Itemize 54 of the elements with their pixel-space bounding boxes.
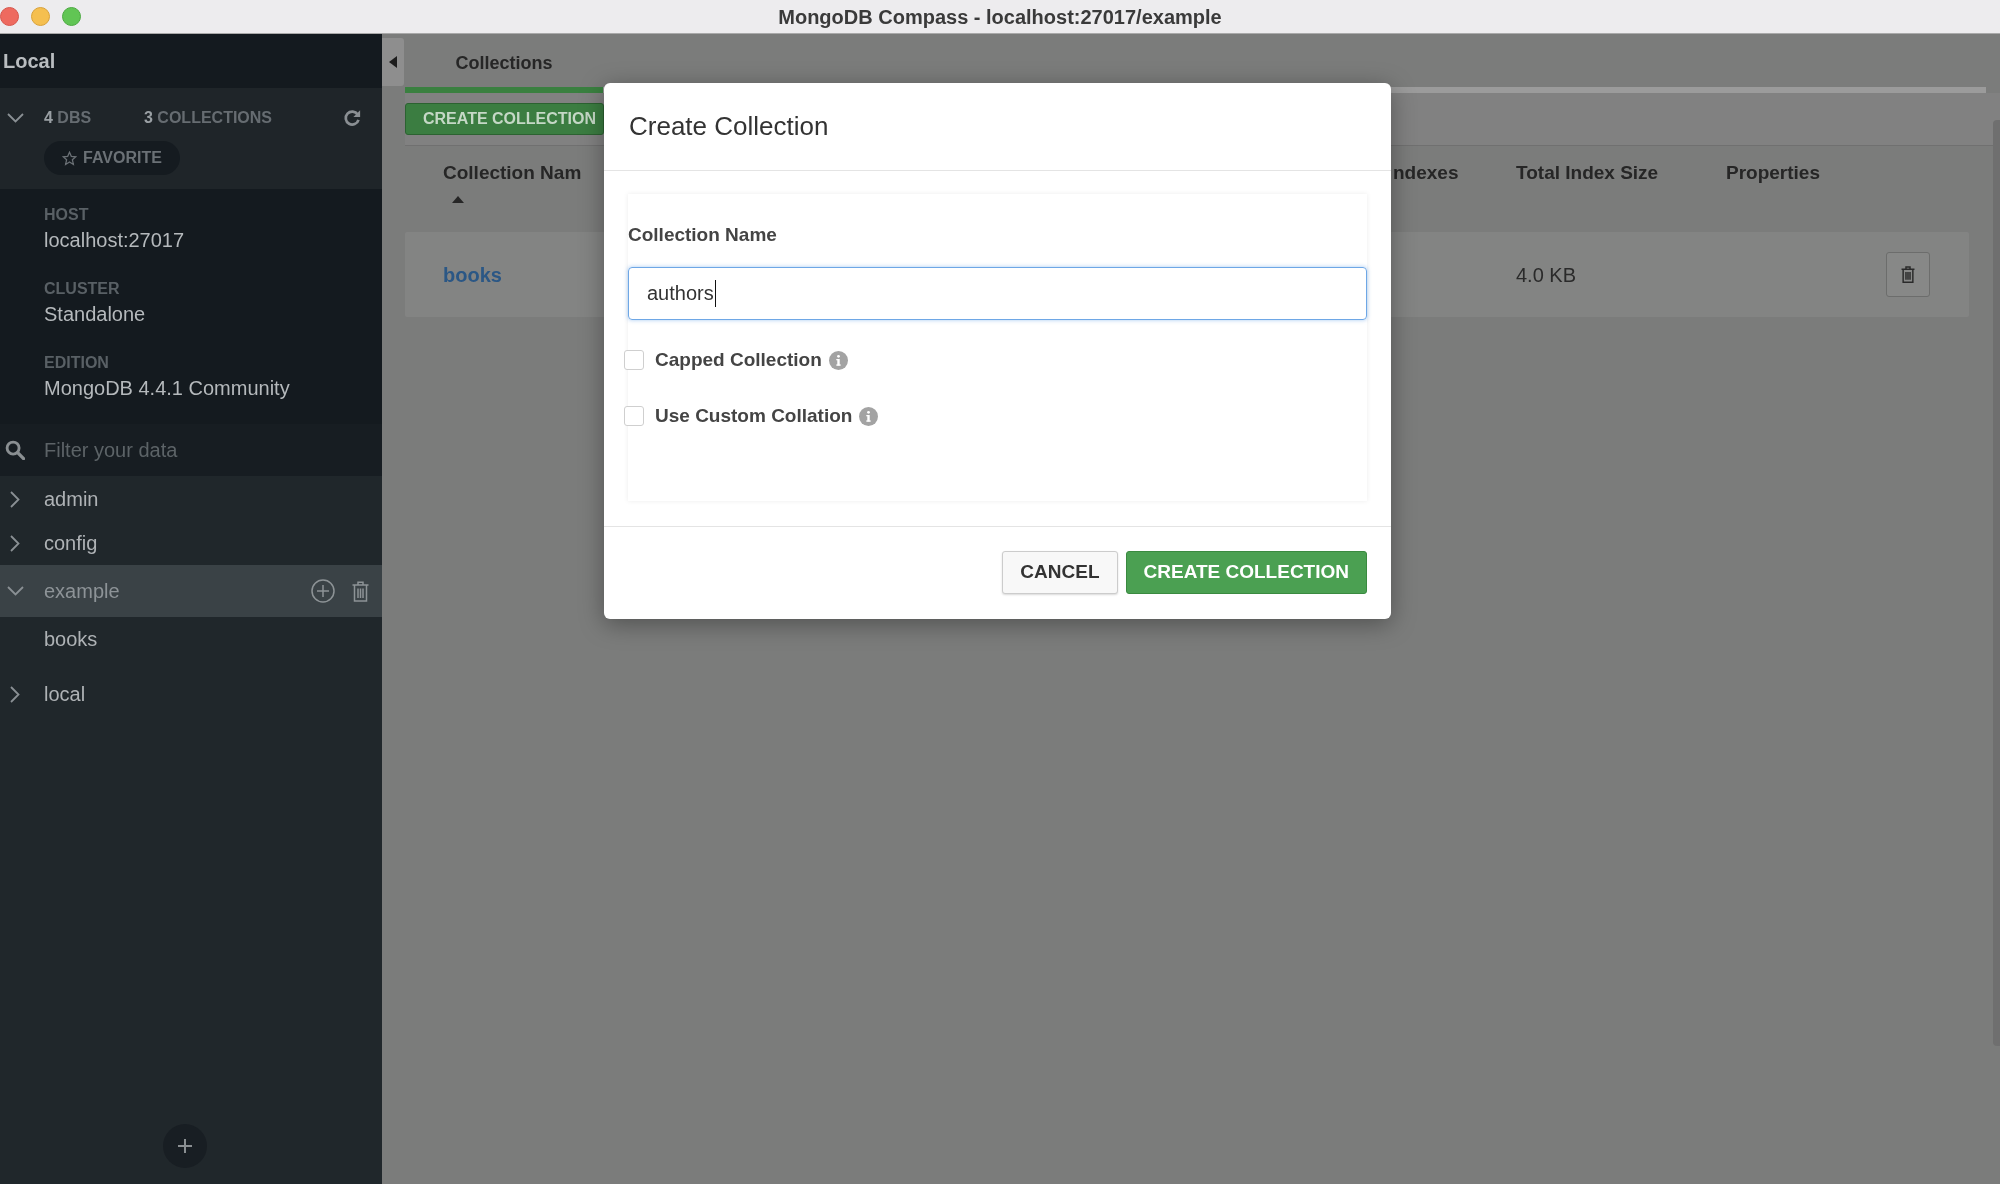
database-item[interactable]: local	[0, 672, 382, 716]
info-icon	[828, 350, 848, 370]
connection-name: Local	[3, 49, 56, 74]
stat-summary: 3 COLLECTIONS	[144, 108, 273, 128]
create-button[interactable]: CREATE COLLECTION	[1125, 551, 1367, 594]
info-value: localhost:27017	[44, 228, 185, 253]
window-title: MongoDB Compass - localhost:27017/example	[778, 4, 1222, 30]
database-item[interactable]: config	[0, 521, 382, 565]
favorite-button[interactable]: FAVORITE	[44, 141, 180, 175]
window-minimize-button[interactable]	[31, 7, 50, 26]
plus-circle-icon[interactable]	[311, 579, 335, 603]
checkbox-label[interactable]: Capped Collection	[655, 345, 822, 375]
refresh-icon[interactable]	[343, 109, 361, 127]
star-icon	[62, 150, 77, 166]
info-label: EDITION	[44, 353, 109, 373]
column-header[interactable]: Properties	[1726, 162, 1820, 184]
triangle-left-icon	[389, 56, 397, 68]
add-database-button[interactable]	[163, 1124, 207, 1168]
info-icon	[859, 406, 879, 426]
info-value: MongoDB 4.4.1 Community	[44, 376, 290, 401]
column-header[interactable]: Collection Nam	[443, 162, 582, 184]
chevron-down-icon[interactable]	[6, 113, 24, 123]
search-icon	[5, 440, 25, 460]
info-value: Standalone	[44, 302, 146, 327]
info-label: CLUSTER	[44, 279, 120, 299]
create-collection-button[interactable]: CREATE COLLECTION	[405, 103, 604, 135]
sidebar-collapse-button[interactable]	[382, 38, 404, 86]
database-item[interactable]: admin	[0, 477, 382, 521]
delete-collection-button[interactable]	[1886, 252, 1930, 297]
chevron-down-icon[interactable]	[6, 586, 24, 596]
checkbox-label[interactable]: Use Custom Collation	[655, 401, 853, 431]
info-label: HOST	[44, 205, 89, 225]
column-header[interactable]: Total Index Size	[1516, 162, 1659, 184]
database-item[interactable]: example	[0, 565, 382, 617]
chevron-right-icon[interactable]	[10, 685, 20, 703]
window-close-button[interactable]	[0, 7, 19, 26]
checkbox[interactable]	[624, 350, 644, 370]
collection-item[interactable]: books	[0, 617, 382, 661]
filter-input[interactable]: Filter your data	[0, 424, 382, 476]
column-header[interactable]: ndexes	[1393, 162, 1459, 184]
trash-icon[interactable]	[352, 580, 369, 602]
trash-icon	[1901, 266, 1915, 283]
collection-link[interactable]: books	[443, 259, 502, 290]
window-zoom-button[interactable]	[62, 7, 81, 26]
collection-name-input[interactable]: authors	[628, 267, 1367, 320]
cancel-button[interactable]: CANCEL	[1002, 551, 1118, 594]
checkbox[interactable]	[624, 406, 644, 426]
chevron-right-icon[interactable]	[10, 534, 20, 552]
stat-summary: 4 DBS	[44, 108, 92, 128]
chevron-right-icon[interactable]	[10, 490, 20, 508]
field-label: Collection Name	[628, 223, 777, 247]
dialog-title: Create Collection	[629, 110, 829, 143]
plus-icon	[178, 1139, 192, 1153]
table-cell-text: 4.0 KB	[1516, 262, 1577, 288]
